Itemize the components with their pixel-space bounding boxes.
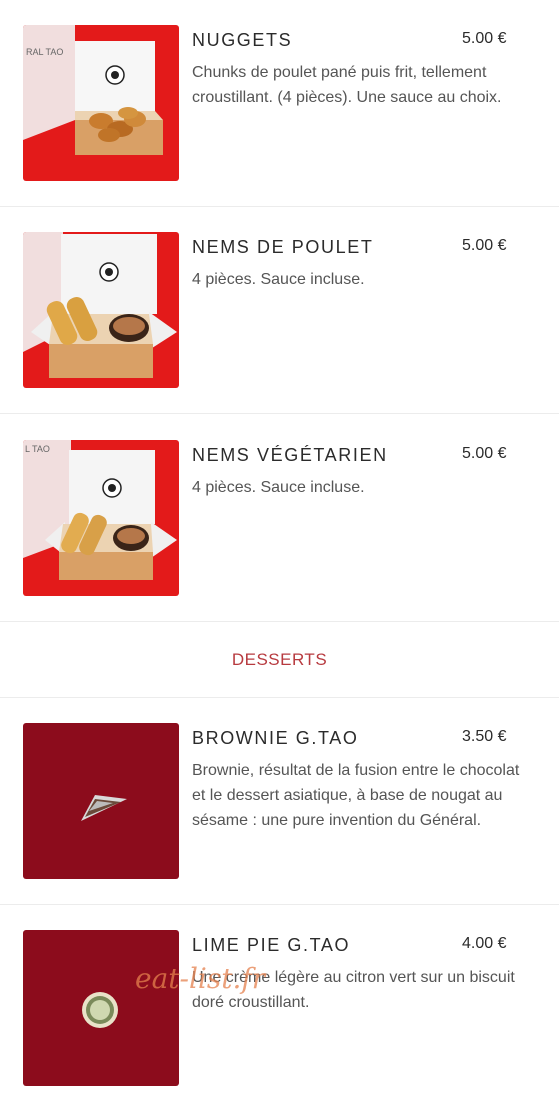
section-title: DESSERTS — [231, 650, 328, 669]
nems-vegetarien-photo: L TAO — [23, 440, 179, 596]
item-name: NEMS DE POULET — [192, 237, 374, 257]
item-description: Chunks de poulet pané puis frit, telleme… — [192, 64, 502, 106]
menu-item-nems-vegetarien[interactable]: L TAO NEMS VÉGÉTARIEN 5.00 € 4 pièces. S… — [0, 415, 559, 622]
nems-poulet-photo — [23, 232, 179, 388]
item-name: LIME PIE G.TAO — [192, 935, 351, 955]
item-description: 4 pièces. Sauce incluse. — [192, 479, 365, 496]
item-name: NUGGETS — [192, 30, 293, 50]
svg-text:RAL TAO: RAL TAO — [26, 47, 63, 57]
item-description: Une crème légère au citron vert sur un b… — [192, 969, 515, 1011]
item-price: 5.00 € — [462, 30, 507, 47]
item-name: BROWNIE G.TAO — [192, 728, 359, 748]
desserts-section-header: DESSERTS — [0, 623, 559, 698]
svg-text:L TAO: L TAO — [25, 444, 50, 454]
item-price: 5.00 € — [462, 237, 507, 254]
lime-pie-photo — [23, 930, 179, 1086]
item-description: 4 pièces. Sauce incluse. — [192, 271, 365, 288]
item-name: NEMS VÉGÉTARIEN — [192, 445, 388, 465]
brownie-photo — [23, 723, 179, 879]
menu-item-lime-pie[interactable]: LIME PIE G.TAO 4.00 € Une crème légère a… — [0, 905, 559, 1112]
item-price: 4.00 € — [462, 935, 507, 952]
menu-item-nems-poulet[interactable]: NEMS DE POULET 5.00 € 4 pièces. Sauce in… — [0, 207, 559, 414]
item-description: Brownie, résultat de la fusion entre le … — [192, 762, 520, 829]
nuggets-photo: RAL TAO — [23, 25, 179, 181]
item-price: 3.50 € — [462, 728, 507, 745]
item-price: 5.00 € — [462, 445, 507, 462]
menu-item-nuggets[interactable]: RAL TAO NUGGETS 5.00 € Chunks de poulet … — [0, 0, 559, 207]
menu-item-brownie[interactable]: BROWNIE G.TAO 3.50 € Brownie, résultat d… — [0, 698, 559, 905]
